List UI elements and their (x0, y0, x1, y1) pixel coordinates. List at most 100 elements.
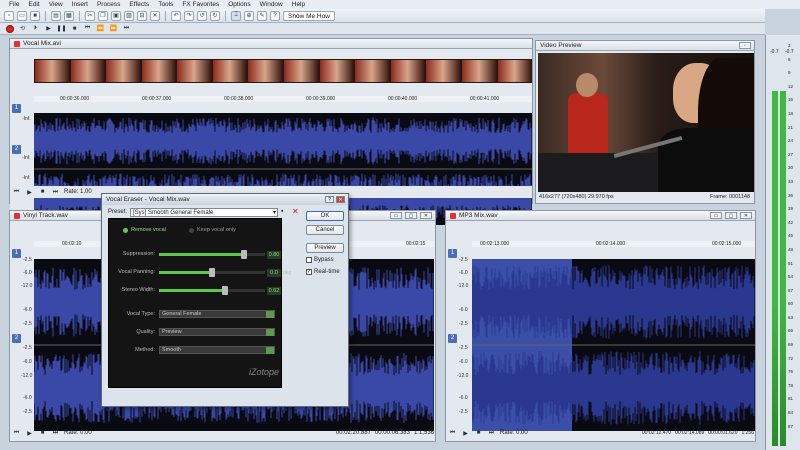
width-slider[interactable] (159, 286, 265, 295)
undo-icon[interactable]: ↶ (171, 10, 181, 21)
help-icon[interactable]: ? (270, 10, 280, 21)
menu-item-tools[interactable]: Tools (158, 1, 173, 8)
undo-history-icon[interactable]: ↺ (197, 10, 207, 21)
record-icon[interactable] (6, 24, 14, 33)
menu-item-view[interactable]: View (49, 1, 63, 8)
ok-button[interactable]: OK (306, 211, 344, 221)
help-icon[interactable]: ? (325, 196, 334, 203)
menu-item-fx-favorites[interactable]: FX Favorites (182, 1, 219, 8)
copy-icon[interactable]: ❐ (98, 10, 108, 21)
delete-icon[interactable]: ✕ (150, 10, 160, 21)
suppression-handle[interactable] (240, 250, 247, 259)
pencil-tool-icon[interactable]: ✎ (257, 10, 267, 21)
show-me-how-button[interactable]: Show Me How (283, 10, 335, 21)
mp3-waveform[interactable] (472, 259, 755, 431)
play-icon[interactable]: ▶ (461, 429, 470, 437)
go-end-icon[interactable]: ⏭ (122, 25, 131, 33)
menu-item-help[interactable]: Help (292, 1, 305, 8)
panning-value[interactable]: 0.0 (267, 269, 281, 277)
menu-item-window[interactable]: Window (260, 1, 283, 8)
stop-icon[interactable]: ■ (38, 429, 47, 437)
keep-vocal-radio[interactable]: Keep vocal only (189, 227, 236, 233)
vocal-type-select[interactable]: General Female (159, 310, 275, 318)
delete-preset-icon[interactable]: ✕ (292, 207, 300, 216)
vu-scale-tick: 57 (788, 287, 794, 293)
stop-icon[interactable]: ■ (38, 188, 47, 196)
panning-handle[interactable] (209, 268, 215, 277)
go-start-icon[interactable]: ⏮ (83, 25, 92, 33)
db-label: -6.0 (459, 395, 468, 401)
channel-1-button[interactable]: 1 (448, 249, 457, 258)
vu-scale-tick: 63 (788, 314, 794, 320)
menu-item-effects[interactable]: Effects (129, 1, 149, 8)
rewind-icon[interactable]: ⏪ (96, 25, 105, 33)
edit-tool-icon[interactable]: ⌶ (231, 10, 241, 21)
pause-icon[interactable]: ❚❚ (56, 25, 66, 33)
maximize-icon[interactable]: ▢ (405, 212, 417, 219)
go-end-icon[interactable]: ⏭ (51, 188, 60, 196)
save-preset-icon[interactable]: ▪ (281, 208, 289, 217)
vu-bar-right (780, 91, 786, 446)
open-folder-icon[interactable]: ▭ (17, 10, 27, 21)
go-start-icon[interactable]: ⏮ (448, 429, 457, 437)
play-icon[interactable]: ▶ (25, 188, 34, 196)
go-end-icon[interactable]: ⏭ (487, 429, 496, 437)
width-fill (159, 289, 225, 292)
cut-icon[interactable]: ✂ (85, 10, 95, 21)
channel-2-button[interactable]: 2 (12, 334, 21, 343)
vu-scale-tick: 21 (788, 124, 794, 130)
magnify-tool-icon[interactable]: ⊕ (244, 10, 254, 21)
save-icon[interactable]: ■ (30, 10, 40, 21)
bypass-checkbox[interactable]: Bypass (306, 257, 334, 263)
channel-2-button[interactable]: 2 (12, 145, 21, 154)
minimize-icon[interactable]: ▭ (390, 212, 402, 219)
play-icon[interactable]: ▶ (25, 429, 34, 437)
close-icon[interactable]: ✕ (420, 212, 432, 219)
go-end-icon[interactable]: ⏭ (51, 429, 60, 437)
minimize-icon[interactable]: ▭ (710, 212, 722, 219)
channel-1-button[interactable]: 1 (12, 104, 21, 113)
close-icon[interactable]: ✕ (740, 212, 752, 219)
cancel-button[interactable]: Cancel (306, 225, 344, 235)
suppression-slider[interactable] (159, 250, 265, 259)
menu-item-edit[interactable]: Edit (28, 1, 39, 8)
width-handle[interactable] (221, 286, 228, 295)
properties-icon[interactable]: ▦ (64, 10, 74, 21)
menu-item-process[interactable]: Process (97, 1, 120, 8)
quality-select[interactable]: Preview (159, 328, 275, 336)
channel-2-button[interactable]: 2 (448, 334, 457, 343)
maximize-icon[interactable]: ▢ (725, 212, 737, 219)
close-icon[interactable]: ✕ (336, 196, 345, 203)
menu-item-options[interactable]: Options (228, 1, 250, 8)
stop-icon[interactable]: ■ (70, 25, 79, 33)
db-label: -12.0 (457, 373, 469, 379)
preset-select[interactable]: [Sys] Smooth General Female ▾ (130, 208, 278, 217)
mix-icon[interactable]: ▧ (124, 10, 134, 21)
redo-icon[interactable]: ↷ (184, 10, 194, 21)
play-icon[interactable]: ▶ (44, 25, 53, 33)
paste-icon[interactable]: ▣ (111, 10, 121, 21)
render-icon[interactable]: ▤ (51, 10, 61, 21)
menu-item-file[interactable]: File (9, 1, 19, 8)
close-icon[interactable]: ▫ (739, 42, 751, 49)
redo-history-icon[interactable]: ↻ (210, 10, 220, 21)
stop-icon[interactable]: ■ (474, 429, 483, 437)
realtime-checkbox[interactable]: ✓ Real-time (306, 269, 340, 275)
channel-1-button[interactable]: 1 (12, 249, 21, 258)
go-start-icon[interactable]: ⏮ (12, 429, 21, 437)
preview-button[interactable]: Preview (306, 243, 344, 253)
forward-icon[interactable]: ⏩ (109, 25, 118, 33)
loop-icon[interactable]: ⟲ (18, 25, 27, 33)
menu-item-insert[interactable]: Insert (72, 1, 88, 8)
method-select[interactable]: Smooth (159, 346, 275, 354)
suppression-value[interactable]: 0.80 (267, 251, 281, 259)
bypass-label: Bypass (314, 257, 334, 263)
go-start-icon[interactable]: ⏮ (12, 188, 21, 196)
panning-slider[interactable] (159, 268, 265, 277)
remove-vocal-radio[interactable]: Remove vocal (123, 227, 166, 233)
method-label: Method: (135, 347, 155, 353)
width-value[interactable]: 0.62 (267, 287, 281, 295)
new-file-icon[interactable]: ▫ (4, 10, 14, 21)
trim-icon[interactable]: ⊟ (137, 10, 147, 21)
play-from-start-icon[interactable]: ⏵ (31, 25, 40, 33)
